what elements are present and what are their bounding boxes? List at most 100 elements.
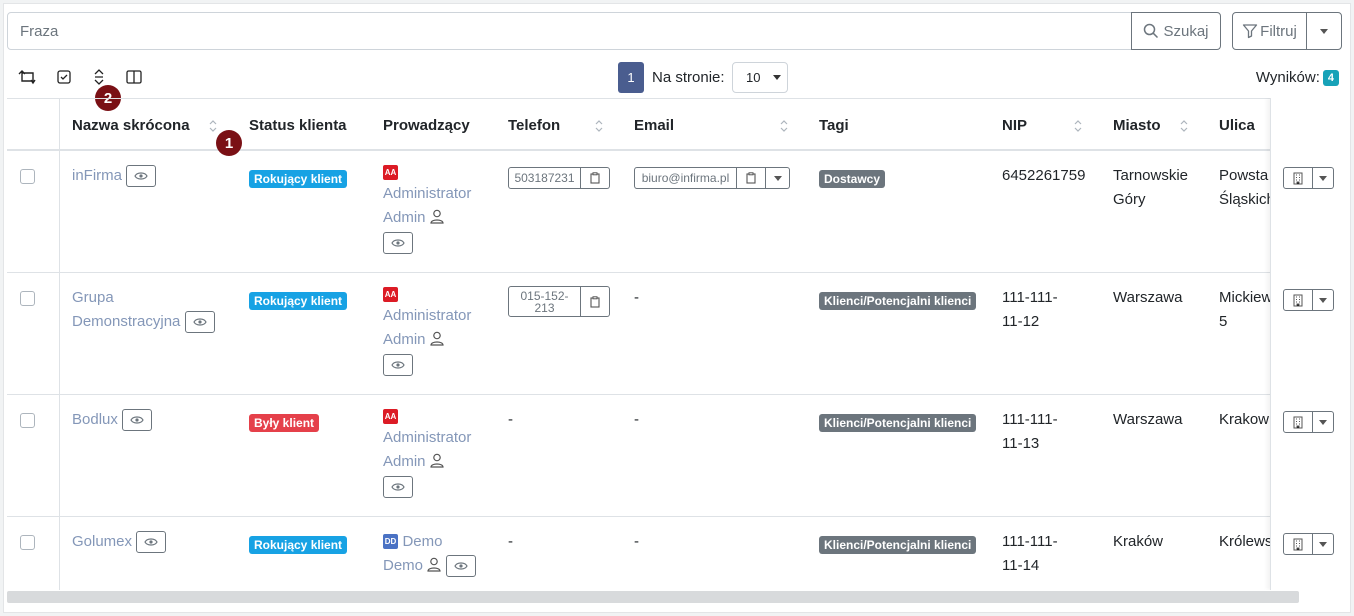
- chevron-down-icon: [1319, 175, 1327, 181]
- city-value: Kraków: [1113, 533, 1164, 550]
- per-page-select[interactable]: 10: [732, 62, 788, 93]
- row-checkbox[interactable]: [20, 535, 35, 550]
- row-checkbox[interactable]: [20, 291, 35, 306]
- search-button[interactable]: Szukaj: [1131, 12, 1221, 50]
- eye-icon: [134, 172, 149, 180]
- owner-preview-button[interactable]: [383, 354, 413, 376]
- chevron-down-icon: [773, 75, 781, 80]
- chevron-down-icon: [1319, 419, 1327, 425]
- city-value: Tarnowskie: [1113, 167, 1189, 184]
- owner-cell: AA Administrator Admin: [383, 408, 493, 498]
- owner-link-line2[interactable]: Admin: [383, 331, 426, 348]
- building-icon: [1293, 294, 1303, 306]
- client-name-link[interactable]: Bodlux: [72, 411, 118, 428]
- client-name-link[interactable]: Golumex: [72, 533, 132, 550]
- actions-dropdown-toggle[interactable]: [1313, 411, 1334, 433]
- status-badge: Rokujący klient: [249, 170, 348, 188]
- city-value: Warszawa: [1113, 289, 1183, 306]
- email-group: biuro@infirma.pl: [634, 167, 790, 189]
- swap-icon[interactable]: [18, 68, 36, 86]
- sort-icon[interactable]: [1179, 119, 1189, 133]
- sort-icon[interactable]: [1073, 119, 1083, 133]
- owner-link-line2[interactable]: Admin: [383, 453, 426, 470]
- eye-icon: [193, 318, 207, 326]
- clipboard-icon: [746, 172, 756, 184]
- checkbox-icon[interactable]: [55, 68, 73, 86]
- phone-value-line2: 213: [534, 300, 555, 315]
- copy-phone-button[interactable]: [581, 167, 610, 189]
- table-row: Bodlux Były klient AA Administrator Admi…: [7, 395, 1343, 517]
- header-email[interactable]: Email: [634, 117, 674, 134]
- nip-value: 111-111-: [1002, 533, 1058, 550]
- company-button[interactable]: [1283, 533, 1313, 555]
- owner-link[interactable]: Administrator: [383, 429, 471, 446]
- row-actions: [1283, 533, 1334, 555]
- owner-preview-button[interactable]: [445, 554, 476, 577]
- header-status[interactable]: Status klienta: [249, 117, 347, 134]
- owner-preview-button[interactable]: [383, 232, 413, 254]
- row-checkbox[interactable]: [20, 169, 35, 184]
- status-badge: Rokujący klient: [249, 536, 348, 554]
- city-value: Warszawa: [1113, 411, 1183, 428]
- filter-dropdown-toggle[interactable]: [1306, 12, 1342, 50]
- client-name-link[interactable]: Grupa: [72, 289, 114, 306]
- owner-link[interactable]: Demo: [402, 533, 442, 550]
- header-phone[interactable]: Telefon: [508, 117, 560, 134]
- status-badge: Były klient: [249, 414, 320, 432]
- sort-icon[interactable]: [594, 119, 604, 133]
- per-page-value: 10: [746, 70, 761, 85]
- copy-phone-button[interactable]: [581, 286, 610, 317]
- phone-value: -: [508, 411, 513, 428]
- filter-button[interactable]: Filtruj: [1232, 12, 1307, 50]
- row-actions: [1283, 289, 1334, 311]
- header-city[interactable]: Miasto: [1113, 117, 1161, 134]
- user-icon: [430, 331, 444, 346]
- copy-email-button[interactable]: [737, 167, 766, 189]
- tag-badge: Klienci/Potencjalni klienci: [819, 536, 977, 554]
- owner-link-line2[interactable]: Admin: [383, 209, 426, 226]
- chevron-down-icon: [1319, 297, 1327, 303]
- header-tags[interactable]: Tagi: [819, 117, 849, 134]
- street-value: Krakow: [1219, 411, 1270, 428]
- sort-icon[interactable]: [779, 119, 789, 133]
- search-input[interactable]: [7, 12, 1132, 50]
- preview-button[interactable]: [136, 530, 167, 553]
- company-button[interactable]: [1283, 289, 1313, 311]
- email-value: biuro@infirma.pl: [634, 167, 737, 189]
- owner-link-line2[interactable]: Demo: [383, 557, 423, 574]
- owner-link[interactable]: Administrator: [383, 307, 471, 324]
- actions-dropdown-toggle[interactable]: [1313, 533, 1334, 555]
- header-name[interactable]: Nazwa skrócona: [72, 117, 190, 134]
- preview-button[interactable]: [126, 164, 157, 187]
- street-value-line2: Śląskich: [1219, 191, 1275, 208]
- actions-dropdown-toggle[interactable]: [1313, 167, 1334, 189]
- phone-group: 503187231: [508, 167, 610, 189]
- actions-dropdown-toggle[interactable]: [1313, 289, 1334, 311]
- company-button[interactable]: [1283, 411, 1313, 433]
- header-street[interactable]: Ulica: [1219, 117, 1255, 134]
- client-name-link-line2[interactable]: Demonstracyjna: [72, 313, 180, 330]
- client-name-cell: Bodlux: [72, 408, 153, 432]
- client-name-cell: Grupa Demonstracyjna: [72, 286, 242, 334]
- preview-button[interactable]: [184, 310, 215, 333]
- nip-value: 6452261759: [1002, 167, 1086, 184]
- row-checkbox[interactable]: [20, 413, 35, 428]
- tag-badge: Dostawcy: [819, 170, 886, 188]
- header-nip[interactable]: NIP: [1002, 117, 1027, 134]
- page-button-1[interactable]: 1: [618, 62, 644, 93]
- avatar: AA: [383, 165, 398, 181]
- chevron-down-icon: [1319, 541, 1327, 547]
- company-button[interactable]: [1283, 167, 1313, 189]
- email-dropdown-toggle[interactable]: [766, 167, 790, 189]
- preview-button[interactable]: [122, 408, 153, 431]
- owner-link[interactable]: Administrator: [383, 185, 471, 202]
- email-value: -: [634, 533, 639, 550]
- street-value: Królews: [1219, 533, 1273, 550]
- owner-preview-button[interactable]: [383, 476, 413, 498]
- horizontal-scrollbar[interactable]: [7, 591, 1299, 603]
- columns-icon[interactable]: [125, 68, 143, 86]
- sort-icon[interactable]: [208, 119, 218, 133]
- sort-icon[interactable]: [90, 68, 108, 86]
- client-name-link[interactable]: inFirma: [72, 167, 122, 184]
- header-owner[interactable]: Prowadzący: [383, 117, 470, 134]
